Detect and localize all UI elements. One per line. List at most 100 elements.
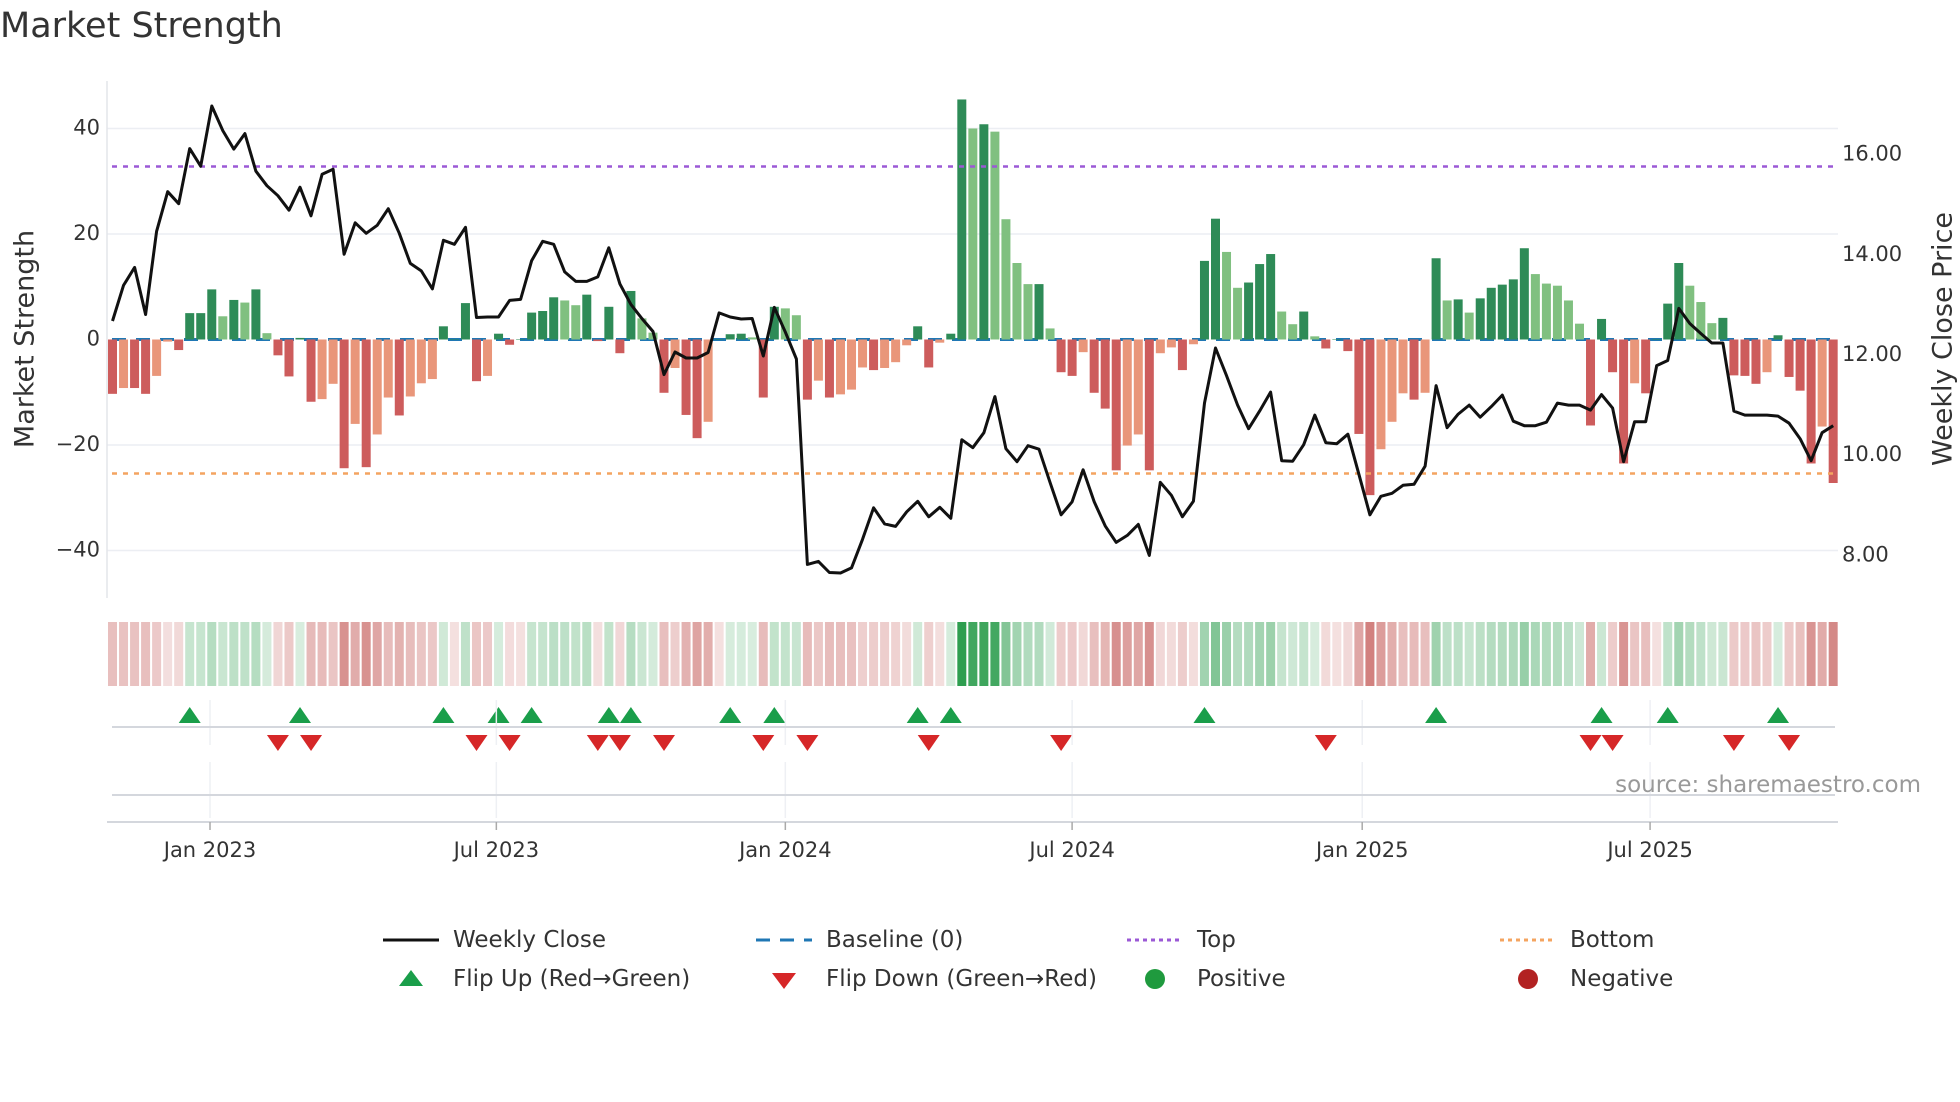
heatmap-cell xyxy=(714,622,724,686)
heatmap-cell xyxy=(1144,622,1154,686)
flip-up-marker xyxy=(1767,707,1790,723)
heatmap-cell xyxy=(1277,622,1287,686)
heatmap-cell xyxy=(1718,622,1728,686)
heatmap-cell xyxy=(571,622,581,686)
heatmap-cell xyxy=(824,622,834,686)
flip-down-marker xyxy=(608,735,631,751)
heatmap-cell xyxy=(1133,622,1143,686)
strength-bar xyxy=(615,339,625,354)
strength-bar xyxy=(1354,339,1364,434)
heatmap-cell xyxy=(615,622,625,686)
heatmap-cell xyxy=(1122,622,1132,686)
heatmap-cell xyxy=(582,622,592,686)
strength-bar xyxy=(317,339,327,400)
heatmap-cell xyxy=(494,622,504,686)
heatmap-cell xyxy=(1619,622,1629,686)
flip-up-marker xyxy=(1193,707,1216,723)
strength-bar xyxy=(240,302,250,340)
flip-down-marker xyxy=(1778,735,1801,751)
heatmap-cell xyxy=(1332,622,1342,686)
heatmap-cell xyxy=(361,622,371,686)
strength-bar xyxy=(1663,303,1673,340)
flip-down-marker xyxy=(1579,735,1602,751)
strength-bar xyxy=(560,300,570,340)
heatmap-cell xyxy=(1773,622,1783,686)
heatmap-cell xyxy=(1431,622,1441,686)
strength-bar xyxy=(1387,339,1397,422)
strength-bar xyxy=(383,339,393,398)
flip-up-marker xyxy=(719,707,742,723)
strength-bar xyxy=(1586,339,1596,426)
strength-bar xyxy=(108,339,117,394)
heatmap-cell xyxy=(185,622,195,686)
y2-tick-label: 14.00 xyxy=(1842,242,1902,266)
x-tick-label: Jan 2024 xyxy=(737,838,832,862)
strength-bar xyxy=(968,128,978,340)
heatmap-cell xyxy=(1696,622,1706,686)
y2-tick-label: 8.00 xyxy=(1842,542,1889,566)
strength-bar xyxy=(1574,323,1584,340)
strength-bar xyxy=(1376,339,1386,450)
strength-bar xyxy=(527,312,537,340)
strength-bar xyxy=(1288,324,1298,340)
flip-up-marker xyxy=(487,707,510,723)
flip-up-marker xyxy=(597,707,620,723)
strength-bar xyxy=(1420,339,1430,393)
strength-bar xyxy=(1597,318,1607,340)
strength-bar xyxy=(1784,339,1794,377)
y2-axis-label: Weekly Close Price xyxy=(1928,212,1959,466)
strength-bar xyxy=(1508,279,1518,340)
heatmap-cell xyxy=(218,622,228,686)
x-tick-label: Jul 2025 xyxy=(1605,838,1692,862)
heatmap-cell xyxy=(262,622,272,686)
heatmap-cell xyxy=(1398,622,1408,686)
heatmap-cell xyxy=(284,622,294,686)
strength-bar xyxy=(1541,283,1551,340)
y2-tick-label: 12.00 xyxy=(1842,342,1902,366)
heatmap-cell xyxy=(880,622,890,686)
strength-bar xyxy=(813,339,823,381)
heatmap-cell xyxy=(405,622,415,686)
strength-bar xyxy=(1762,339,1772,373)
strength-bar xyxy=(924,339,934,368)
y2-tick-label: 16.00 xyxy=(1842,142,1902,166)
strength-bar xyxy=(251,289,261,340)
strength-bar xyxy=(1718,317,1728,340)
heatmap-cell xyxy=(946,622,956,686)
heatmap-cell xyxy=(1674,622,1684,686)
heatmap-cell xyxy=(1597,622,1607,686)
heatmap-cell xyxy=(207,622,217,686)
strength-bar xyxy=(869,339,879,371)
strength-bar xyxy=(880,339,890,368)
heatmap-cell xyxy=(306,622,316,686)
flip-down-marker xyxy=(752,735,775,751)
strength-bar xyxy=(494,333,504,340)
strength-bar xyxy=(1773,335,1783,340)
flip-up-marker xyxy=(1590,707,1613,723)
x-tick-label: Jan 2025 xyxy=(1314,838,1409,862)
heatmap-cell xyxy=(1034,622,1044,686)
heatmap-cell xyxy=(1630,622,1640,686)
heatmap-cell xyxy=(1828,622,1838,686)
strength-bar xyxy=(1211,218,1220,340)
heatmap-cell xyxy=(1222,622,1232,686)
strength-bar xyxy=(174,339,184,351)
strength-bar xyxy=(1641,339,1651,394)
heatmap-cell xyxy=(913,622,923,686)
strength-bar xyxy=(1707,323,1717,340)
source-credit: source: sharemaestro.com xyxy=(1615,772,1921,798)
heatmap-cell xyxy=(1817,622,1827,686)
heatmap-cell xyxy=(637,622,647,686)
y-tick-label: 20 xyxy=(73,221,100,245)
heatmap-cell xyxy=(847,622,857,686)
market-strength-chart: 40 20 0 −20 −40 16.00 14.00 12.00 10.00 8.00 Jan … xyxy=(10,81,1959,862)
heatmap-cell xyxy=(902,622,912,686)
strength-bar xyxy=(163,339,173,342)
heatmap-cell xyxy=(1586,622,1596,686)
strength-bar xyxy=(1817,339,1827,427)
strength-bar xyxy=(1277,311,1287,340)
strength-bar xyxy=(483,339,493,376)
strength-bar xyxy=(471,339,481,382)
x-tick-label: Jul 2024 xyxy=(1027,838,1114,862)
strength-bar xyxy=(935,339,945,343)
